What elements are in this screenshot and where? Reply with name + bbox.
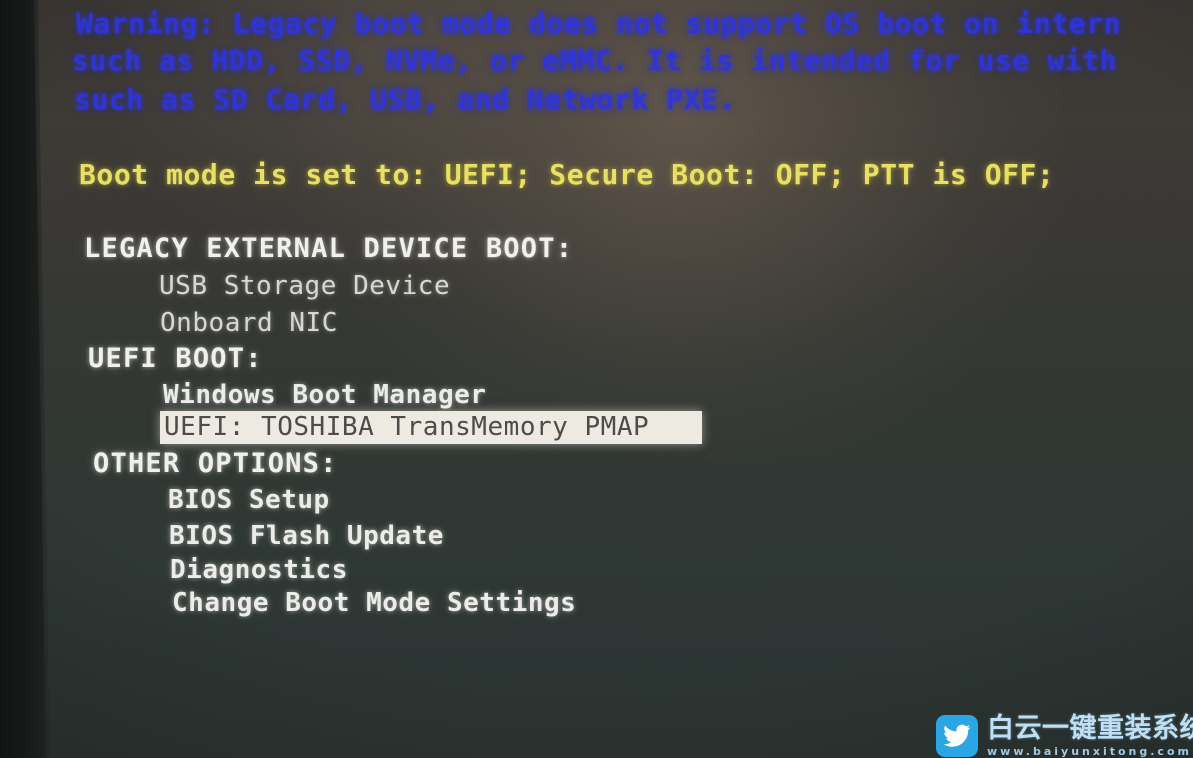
menu-item-bios-setup[interactable]: BIOS Setup: [168, 487, 330, 513]
section-header-other-options: OTHER OPTIONS:: [93, 448, 338, 479]
menu-item-bios-flash-update[interactable]: BIOS Flash Update: [169, 523, 444, 549]
section-header-legacy-external-device-boot: LEGACY EXTERNAL DEVICE BOOT:: [84, 233, 574, 264]
warning-line-2: such as HDD, SSD, NVMe, or eMMC. It is i…: [72, 44, 1118, 77]
menu-item-onboard-nic[interactable]: Onboard NIC: [160, 310, 338, 336]
section-header-uefi-boot: UEFI BOOT:: [88, 343, 263, 374]
warning-line-3: such as SD Card, USB, and Network PXE.: [74, 83, 736, 116]
watermark-url: www.baiyunxitong.com: [987, 745, 1192, 758]
watermark-text: 白云一键重装系统 www.baiyunxitong.com: [987, 715, 1193, 757]
console-text-layer: Warning: Legacy boot mode does not suppo…: [0, 0, 1193, 758]
warning-line-1: Warning: Legacy boot mode does not suppo…: [76, 7, 1122, 40]
menu-item-uefi-toshiba-transmemory-pmap-label: UEFI: TOSHIBA TransMemory PMAP: [164, 412, 650, 442]
menu-item-usb-storage-device[interactable]: USB Storage Device: [159, 273, 450, 299]
menu-item-diagnostics[interactable]: Diagnostics: [170, 557, 348, 583]
watermark-brand: 白云一键重装系统: [987, 713, 1193, 744]
boot-mode-status-line: Boot mode is set to: UEFI; Secure Boot: …: [79, 158, 1055, 191]
watermark: 白云一键重装系统 www.baiyunxitong.com: [936, 714, 1193, 758]
menu-item-uefi-toshiba-transmemory-pmap-selected[interactable]: UEFI: TOSHIBA TransMemory PMAP: [160, 411, 702, 444]
bios-boot-menu-screen: Warning: Legacy boot mode does not suppo…: [0, 0, 1193, 758]
bird-icon: [936, 715, 978, 757]
menu-item-change-boot-mode-settings[interactable]: Change Boot Mode Settings: [172, 590, 576, 616]
menu-item-windows-boot-manager[interactable]: Windows Boot Manager: [163, 382, 486, 408]
